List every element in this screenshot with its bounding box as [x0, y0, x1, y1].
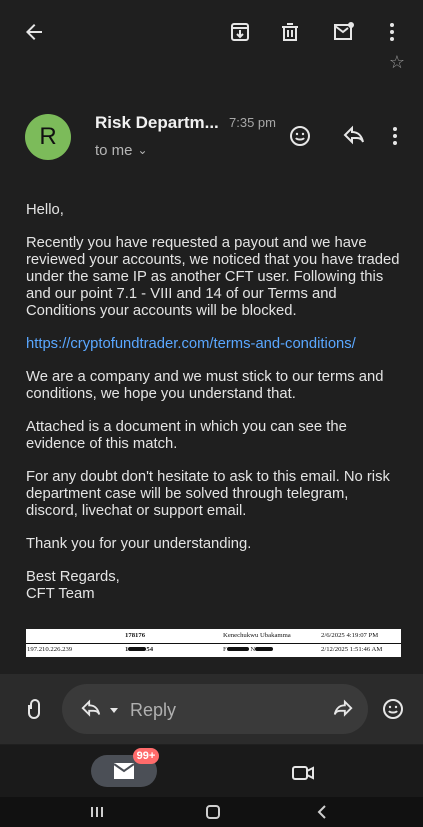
recents-icon[interactable] — [80, 801, 114, 823]
unread-badge: 99+ — [133, 748, 159, 764]
compose-bar: Reply — [0, 674, 423, 744]
greeting: Hello, — [26, 202, 64, 218]
app-bar — [0, 0, 423, 62]
mark-unread-icon[interactable] — [326, 14, 362, 50]
sender-header: R Risk Departm... 7:35 pm to me ⌄ — [0, 100, 423, 170]
star-icon[interactable]: ☆ — [389, 52, 405, 73]
row1-date: 2/6/2025 4:19:07 PM — [321, 632, 379, 639]
avatar[interactable]: R — [25, 114, 71, 160]
paragraph-5: Thank you for your understanding. — [26, 536, 252, 552]
home-icon[interactable] — [196, 801, 230, 823]
paragraph-3: Attached is a document in which you can … — [26, 419, 347, 452]
more-vert-icon[interactable] — [374, 14, 410, 50]
paperclip-icon[interactable] — [22, 696, 48, 722]
emoji-icon[interactable] — [380, 696, 406, 722]
arrow-back-icon[interactable] — [16, 14, 52, 50]
sender-name[interactable]: Risk Departm... — [95, 113, 219, 133]
message-time: 7:35 pm — [229, 115, 276, 130]
terms-link[interactable]: https://cryptofundtrader.com/terms-and-c… — [26, 336, 356, 352]
chevron-down-icon[interactable]: ⌄ — [138, 143, 148, 157]
system-navigation — [0, 797, 423, 827]
row1-name: Kenechukwu Ubakamma — [223, 632, 291, 639]
redaction-bar — [255, 647, 274, 652]
message-more-icon[interactable] — [382, 120, 408, 152]
inline-image-table[interactable]: 178176 Kenechukwu Ubakamma 2/6/2025 4:19… — [26, 629, 401, 657]
archive-icon[interactable] — [222, 14, 258, 50]
paragraph-1: Recently you have requested a payout and… — [26, 235, 400, 319]
reply-dropdown-icon[interactable] — [108, 704, 120, 716]
mail-icon — [113, 763, 135, 779]
recipient-summary-label: to me — [95, 142, 133, 159]
closing-2: CFT Team — [26, 586, 95, 602]
recipient-summary[interactable]: to me ⌄ — [95, 142, 148, 159]
paragraph-4: For any doubt don't hesitate to ask to t… — [26, 469, 390, 519]
trash-icon[interactable] — [272, 14, 308, 50]
bottom-navigation: 99+ — [0, 745, 423, 797]
forward-icon[interactable] — [332, 698, 354, 720]
table-divider — [26, 643, 401, 644]
redaction-bar — [128, 647, 147, 652]
row2-date: 2/12/2025 1:51:46 AM — [321, 646, 383, 653]
reply-input[interactable]: Reply — [62, 684, 368, 734]
emoji-icon[interactable] — [284, 120, 316, 152]
row2-ip: 197.210.226.239 — [27, 646, 73, 653]
video-icon[interactable] — [289, 762, 317, 784]
back-nav-icon[interactable] — [306, 801, 340, 823]
reply-icon[interactable] — [80, 698, 102, 720]
subject-strip — [0, 55, 423, 77]
reply-icon[interactable] — [338, 120, 370, 152]
row1-id: 178176 — [125, 632, 146, 639]
row2-id-suffix: 54 — [146, 646, 154, 653]
redaction-bar — [226, 647, 249, 652]
message-body: Hello, Recently you have requested a pay… — [26, 202, 401, 603]
reply-placeholder: Reply — [130, 700, 177, 720]
paragraph-2: We are a company and we must stick to ou… — [26, 369, 384, 402]
closing-1: Best Regards, — [26, 569, 120, 585]
